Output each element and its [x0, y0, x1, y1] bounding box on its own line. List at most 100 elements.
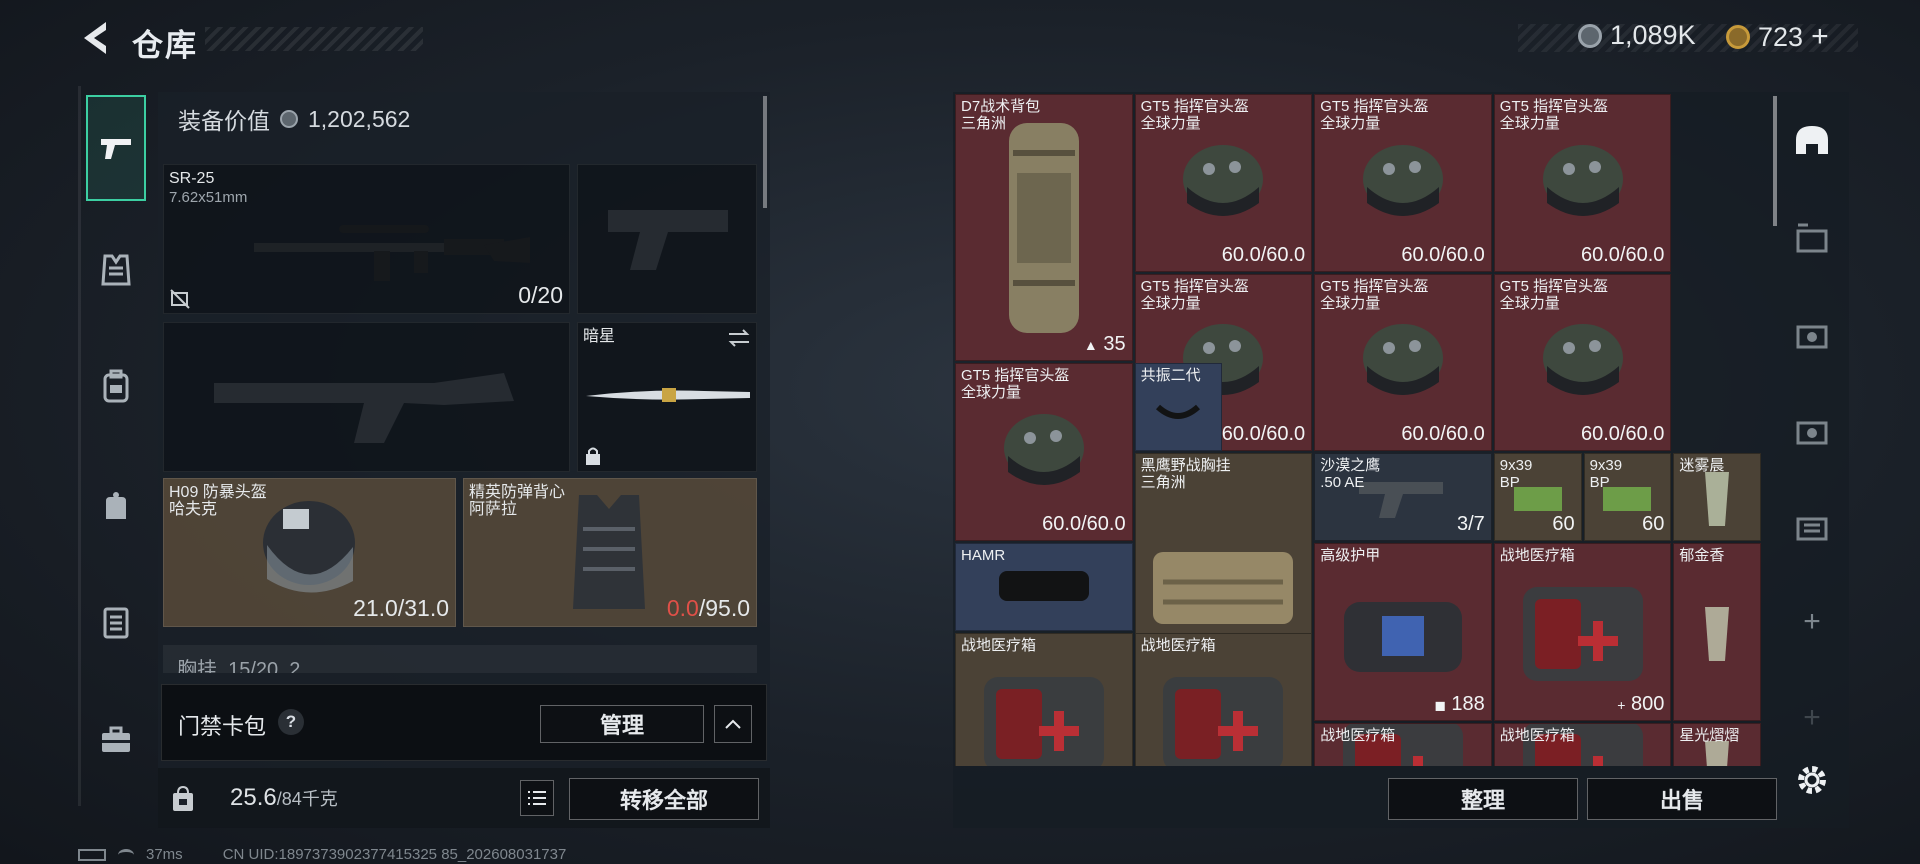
- storage-item-backpack[interactable]: D7战术背包 三角洲 ▲ 35: [955, 94, 1133, 362]
- rifle-image: [254, 225, 530, 281]
- storage-item-pistol[interactable]: 沙漠之鹰 .50 AE 3/7: [1314, 453, 1492, 541]
- gold-coin-icon: [1726, 25, 1750, 49]
- storage-item-drink[interactable]: 郁金香: [1673, 543, 1762, 721]
- list-view-button[interactable]: [520, 780, 554, 816]
- item-name: HAMR: [961, 547, 1006, 564]
- battery-icon: [78, 848, 106, 861]
- swap-icon[interactable]: [726, 327, 752, 349]
- vest-nav-icon: [101, 254, 131, 286]
- item-subtitle: 全球力量: [1140, 294, 1201, 312]
- add-currency-icon[interactable]: +: [1811, 20, 1829, 54]
- nav-briefcase[interactable]: [86, 710, 146, 770]
- pouch-nav-icon: [106, 492, 126, 519]
- sort-button[interactable]: 整理: [1388, 778, 1578, 820]
- back-button[interactable]: [78, 18, 114, 58]
- storage-item-helmet[interactable]: GT5 指挥官头盔 全球力量 60.0/60.0: [1493, 273, 1672, 452]
- settings-button[interactable]: [1784, 752, 1840, 808]
- tab-storage-3[interactable]: [1784, 210, 1840, 266]
- storage-item-drink[interactable]: 迷雾晨: [1673, 453, 1762, 541]
- nav-backpack[interactable]: [86, 356, 146, 416]
- helmet-slot[interactable]: H09 防暴头盔 哈夫克 21.0/31.0: [163, 478, 456, 627]
- item-value: 3/7: [1456, 512, 1485, 535]
- item-value: 60.0/60.0: [1401, 243, 1485, 266]
- item-value: ◼ 188: [1434, 692, 1485, 715]
- item-subtitle: 全球力量: [1499, 115, 1560, 132]
- storage-item-medkit[interactable]: 战地医疗箱: [1134, 632, 1313, 766]
- item-subtitle: BP: [1589, 474, 1610, 492]
- collapse-button[interactable]: [714, 705, 752, 743]
- item-value: + 800: [1617, 692, 1665, 715]
- item-name: 9x39: [1589, 457, 1623, 475]
- knife-image: [586, 388, 750, 402]
- storage-item-armorbag[interactable]: 高级护甲 ◼ 188: [1314, 543, 1492, 721]
- add-storage-button[interactable]: +: [1784, 594, 1840, 650]
- silver-currency: 1,089K: [1578, 20, 1696, 51]
- storage-item-helmet[interactable]: GT5 指挥官头盔 全球力量 60.0/60.0: [1134, 94, 1313, 272]
- backpack-nav-icon: [103, 369, 129, 403]
- transfer-all-button[interactable]: 转移全部: [569, 778, 759, 820]
- item-value: 60.0/60.0: [1042, 512, 1126, 535]
- item-value: 60: [1642, 512, 1665, 535]
- nav-case[interactable]: [86, 592, 146, 652]
- tab-storage-5[interactable]: [1784, 402, 1840, 458]
- nav-weapon[interactable]: [86, 95, 146, 201]
- weight-readout: 25.6/84千克: [230, 784, 338, 811]
- rifle-silhouette: [214, 373, 514, 443]
- case-nav-icon: [103, 607, 129, 639]
- storage-item-ammo[interactable]: 9x39 BP 60: [1493, 453, 1582, 541]
- item-name: 郁金香: [1679, 547, 1725, 564]
- chest-rig-slot[interactable]: 胸挂 15/20 2: [163, 645, 757, 673]
- armor-slot[interactable]: 精英防弹背心 阿萨拉 0.0/95.0: [463, 478, 757, 627]
- storage-item-helmet[interactable]: GT5 指挥官头盔 全球力量 60.0/60.0: [1314, 273, 1492, 452]
- pistol-slot[interactable]: [577, 164, 757, 314]
- page-title: 仓库: [132, 28, 198, 63]
- gold-currency[interactable]: 723 +: [1726, 20, 1829, 54]
- item-name: 共振二代: [1140, 367, 1201, 385]
- storage-box-icon: [1796, 325, 1828, 349]
- storage-item-device[interactable]: 共振二代: [1134, 363, 1223, 452]
- tab-all[interactable]: [1784, 112, 1840, 168]
- item-name: GT5 指挥官头盔: [961, 367, 1070, 385]
- storage-item-medkit[interactable]: 战地医疗箱 + 800: [1493, 543, 1672, 721]
- item-subtitle: BP: [1499, 474, 1520, 492]
- tab-storage-6[interactable]: [1784, 498, 1840, 554]
- nav-pouch[interactable]: [86, 476, 146, 536]
- sell-button[interactable]: 出售: [1587, 778, 1777, 820]
- tab-storage-4[interactable]: [1784, 306, 1840, 362]
- storage-item-helmet[interactable]: GT5 指挥官头盔 全球力量 60.0/60.0: [955, 363, 1133, 541]
- item-name: 9x39: [1499, 457, 1533, 475]
- manage-button[interactable]: 管理: [540, 705, 704, 743]
- help-icon[interactable]: ?: [278, 709, 304, 735]
- weapon-nav-icon: [101, 139, 131, 159]
- nav-vest[interactable]: [86, 240, 146, 300]
- storage-item-medkit[interactable]: 战地医疗箱: [955, 632, 1133, 766]
- title-decoration: [205, 27, 423, 51]
- storage-item-drink[interactable]: 星光熠熠: [1673, 722, 1762, 766]
- item-value: ▲ 35: [1083, 333, 1126, 356]
- storage-grid: D7战术背包 三角洲 ▲ 35 GT5 指挥官头盔 全球力量 60.0/60.0 GT5 指…: [955, 94, 1767, 766]
- drink-image: [1674, 544, 1760, 720]
- storage-item-helmet[interactable]: GT5 指挥官头盔 全球力量 60.0/60.0: [1493, 94, 1672, 272]
- storage-item-ammo[interactable]: 9x39 BP 60: [1583, 453, 1672, 541]
- storage-item-scope[interactable]: HAMR: [955, 543, 1133, 631]
- storage-item-medkit[interactable]: 战地医疗箱: [1493, 722, 1672, 766]
- loadout-scrollbar[interactable]: [763, 96, 767, 208]
- list-icon: [528, 791, 546, 805]
- item-name: 战地医疗箱: [1499, 726, 1575, 744]
- armor-vest-image: [573, 495, 645, 609]
- item-name: 沙漠之鹰: [1320, 457, 1381, 475]
- primary-weapon-slot[interactable]: SR-25 7.62x51mm 0/20: [163, 164, 570, 314]
- item-name: 战地医疗箱: [1140, 636, 1216, 654]
- storage-item-helmet[interactable]: GT5 指挥官头盔 全球力量 60.0/60.0: [1314, 94, 1492, 272]
- item-value: 60: [1552, 512, 1575, 535]
- item-subtitle: 三角洲: [1140, 474, 1186, 492]
- melee-slot[interactable]: 暗星: [577, 322, 757, 472]
- secondary-weapon-slot[interactable]: [163, 322, 570, 472]
- item-subtitle: .50 AE: [1320, 474, 1365, 492]
- item-subtitle: 全球力量: [1140, 115, 1201, 132]
- item-subtitle: 全球力量: [1320, 115, 1381, 132]
- item-subtitle: 全球力量: [1320, 294, 1381, 312]
- storage-item-medkit[interactable]: 战地医疗箱: [1314, 722, 1492, 766]
- silver-coin-icon: [1578, 23, 1602, 48]
- item-name: GT5 指挥官头盔: [1499, 98, 1609, 115]
